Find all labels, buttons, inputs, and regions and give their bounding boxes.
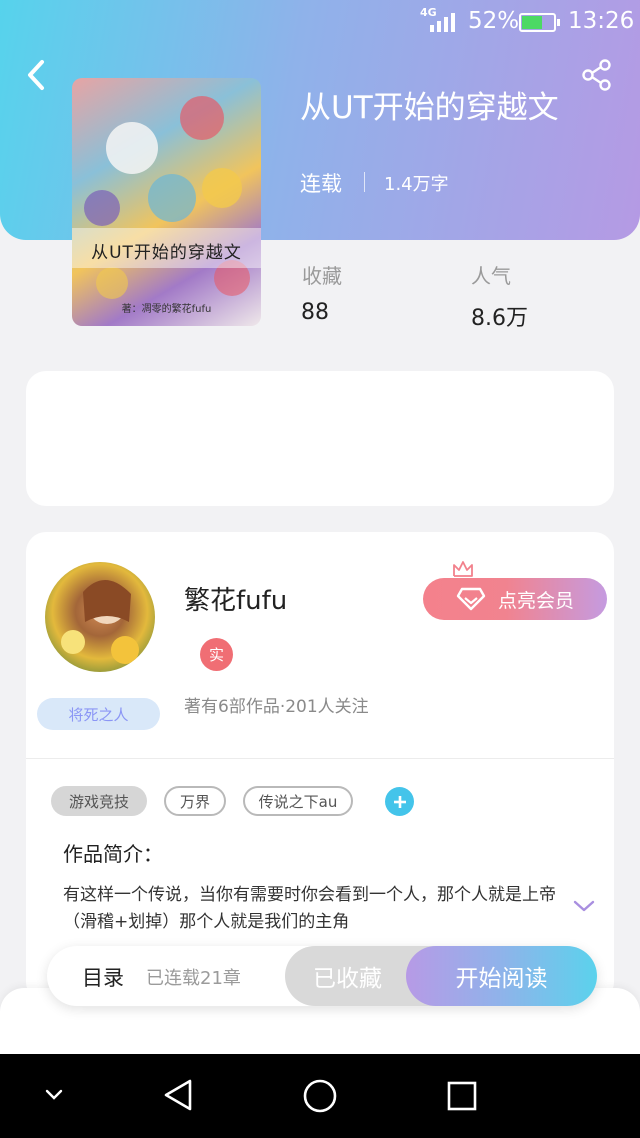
cover-title: 从UT开始的穿越文: [91, 243, 242, 263]
back-button[interactable]: [22, 58, 52, 92]
system-nav-bar: [0, 1054, 640, 1138]
popularity-label: 人气: [471, 264, 511, 288]
tag-item[interactable]: 传说之下au: [243, 786, 353, 816]
home-circle-icon[interactable]: [302, 1078, 338, 1114]
tag-item[interactable]: 万界: [164, 786, 226, 816]
verified-badge: 实: [200, 638, 233, 671]
book-status: 连载: [300, 172, 342, 196]
author-title-tag: 将死之人: [37, 698, 160, 730]
empty-card: [26, 371, 614, 506]
share-icon: [582, 59, 611, 91]
chapter-count: 已连载21章: [146, 968, 241, 989]
vip-button[interactable]: 点亮会员: [423, 578, 607, 620]
clock: 13:26: [568, 8, 635, 34]
author-avatar[interactable]: [45, 562, 155, 672]
signal-icon: [430, 12, 455, 32]
cover-author: 著：凋零的繁花fufu: [121, 304, 212, 315]
author-stats: 著有6部作品·201人关注: [184, 697, 369, 717]
book-title: 从UT开始的穿越文: [300, 90, 559, 126]
vip-button-label: 点亮会员: [497, 589, 574, 612]
add-tag-button[interactable]: [385, 787, 414, 816]
back-triangle-icon[interactable]: [162, 1078, 194, 1112]
chevron-left-icon: [28, 60, 44, 90]
meta-divider: [364, 172, 365, 192]
battery-percentage: 52%: [468, 8, 520, 34]
popularity-count: 8.6万: [471, 306, 528, 331]
word-count: 1.4万字: [384, 174, 449, 195]
synopsis-heading: 作品简介：: [63, 842, 163, 866]
diamond-icon: [456, 587, 486, 611]
avatar-illustration: [61, 579, 139, 664]
status-bar: 4G 52% 13:26: [0, 0, 640, 46]
plus-icon: [393, 795, 406, 808]
start-reading-button[interactable]: 开始阅读: [406, 946, 597, 1006]
favorites-label: 收藏: [302, 264, 342, 288]
favorites-count: 88: [301, 300, 329, 325]
chevron-down-icon[interactable]: [572, 896, 596, 916]
crown-icon: [453, 561, 473, 577]
cover-illustration: [72, 96, 261, 299]
toc-button[interactable]: 目录: [82, 962, 124, 992]
tag-item[interactable]: 游戏竞技: [51, 786, 147, 816]
battery-icon: [519, 13, 560, 32]
chevron-down-icon[interactable]: [44, 1088, 64, 1102]
section-divider: [26, 758, 614, 759]
recents-square-icon[interactable]: [446, 1080, 478, 1112]
book-cover[interactable]: 从UT开始的穿越文 著：凋零的繁花fufu: [72, 78, 261, 326]
author-name[interactable]: 繁花fufu: [184, 580, 287, 617]
share-button[interactable]: [580, 58, 614, 92]
synopsis-text: 有这样一个传说，当你有需要时你会看到一个人，那个人就是上帝（滑稽+划掉）那个人就…: [63, 885, 556, 932]
